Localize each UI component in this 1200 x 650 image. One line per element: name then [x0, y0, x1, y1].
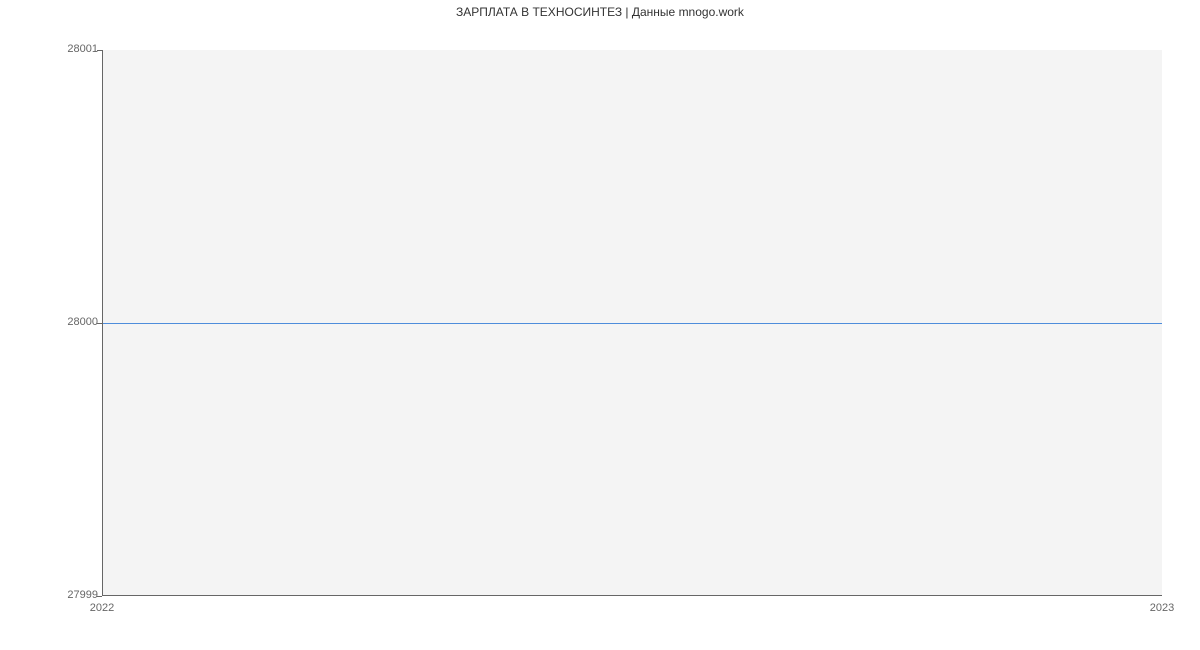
data-line [103, 323, 1162, 324]
x-tick-label: 2022 [90, 602, 114, 614]
plot-area [102, 50, 1162, 596]
x-tick-label: 2023 [1150, 602, 1174, 614]
y-tick-mark [97, 596, 102, 597]
y-tick-label: 27999 [8, 589, 98, 601]
y-tick-label: 28000 [8, 316, 98, 328]
chart-title: ЗАРПЛАТА В ТЕХНОСИНТЕЗ | Данные mnogo.wo… [0, 5, 1200, 19]
y-tick-label: 28001 [8, 43, 98, 55]
chart-container: ЗАРПЛАТА В ТЕХНОСИНТЕЗ | Данные mnogo.wo… [0, 0, 1200, 650]
